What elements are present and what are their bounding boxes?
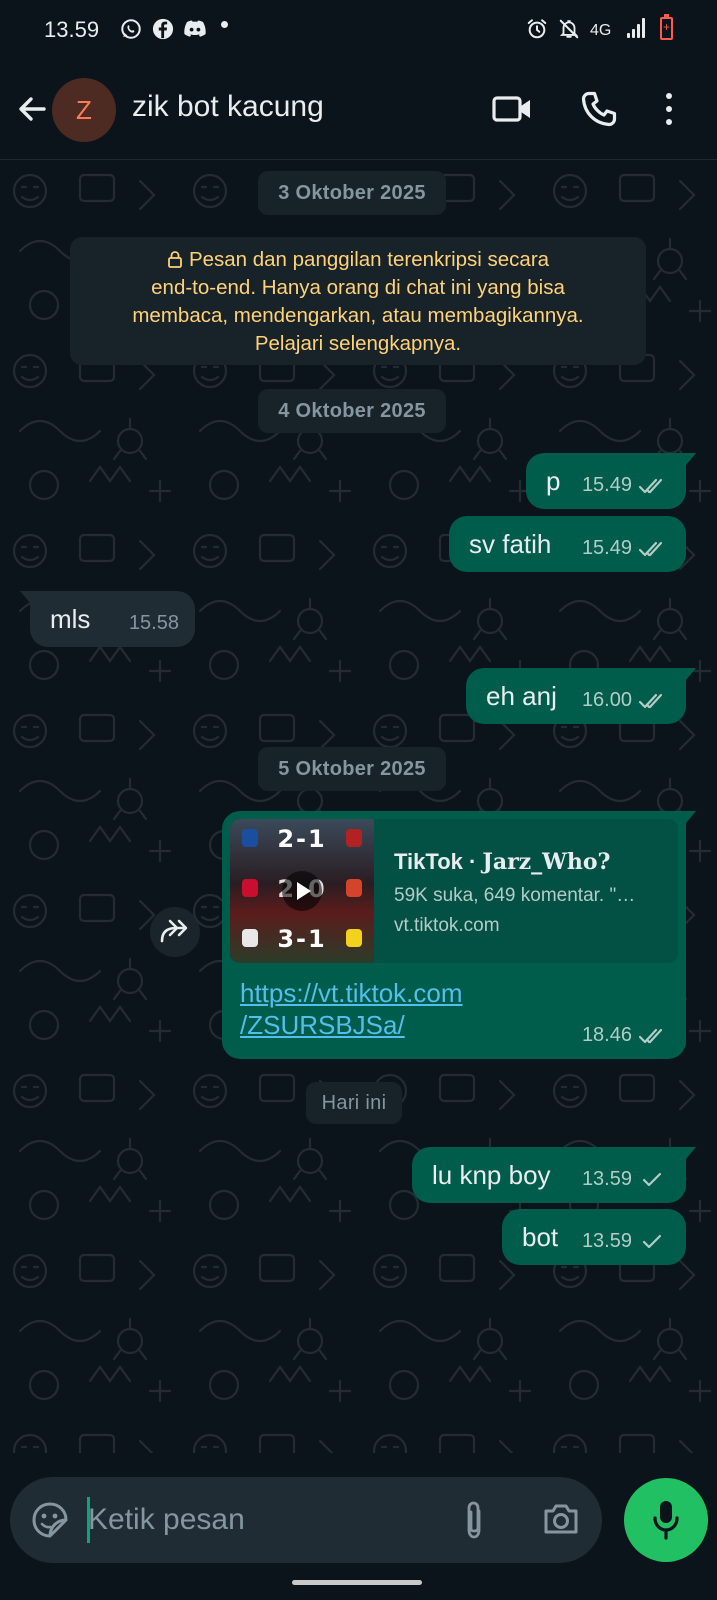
date-separator: 3 Oktober 2025 [258, 171, 446, 215]
message-link-line: https://vt.tiktok.com [240, 978, 463, 1008]
voice-message-button[interactable] [624, 1478, 708, 1562]
chat-area[interactable]: 3 Oktober 2025 Pesan dan panggilan teren… [0, 161, 717, 1453]
link-preview-description: 59K suka, 649 komentar. "… [394, 885, 636, 906]
system-navigation-bar [0, 1566, 717, 1600]
sticker-emoji-icon[interactable] [30, 1500, 70, 1540]
chat-header: Z zik bot kacung [0, 60, 717, 160]
microphone-icon [653, 1501, 679, 1540]
status-time: 13.59 [44, 17, 100, 42]
network-type: 4G [590, 22, 612, 39]
bubble-tail [20, 591, 36, 603]
message-time: 15.49 [581, 537, 632, 559]
encryption-notice-line: membaca, mendengarkan, atau membagikanny… [132, 304, 584, 327]
club-badge-icon [346, 879, 362, 897]
back-arrow-icon[interactable] [14, 91, 50, 127]
club-badge-icon [242, 829, 258, 847]
link-preview-title: TikTok · Jarz_Who? [394, 849, 610, 875]
encryption-notice-line: Pesan dan panggilan terenkripsi secara [188, 248, 550, 271]
voice-call-icon[interactable] [580, 90, 618, 128]
battery-low-icon [660, 14, 673, 40]
encryption-notice[interactable]: Pesan dan panggilan terenkripsi secara e… [70, 237, 646, 365]
attach-icon[interactable] [462, 1499, 486, 1541]
message-time: 15.58 [128, 612, 179, 634]
mute-bell-icon [559, 19, 579, 39]
message-bubble[interactable]: lu knp boy 13.59 [412, 1147, 696, 1203]
message-time: 18.46 [581, 1024, 632, 1046]
bubble-tail [680, 668, 696, 680]
message-time: 16.00 [581, 689, 632, 711]
club-badge-icon [242, 929, 258, 947]
club-badge-icon [242, 879, 258, 897]
date-separator: Hari ini [306, 1082, 402, 1124]
message-text: eh anj [486, 681, 557, 711]
bubble-tail [680, 453, 696, 465]
message-link[interactable]: https://vt.tiktok.com /ZSURSBJSa/ [240, 977, 463, 1041]
message-bubble[interactable]: sv fatih 15.49 [449, 516, 686, 572]
message-bubble[interactable]: mls 15.58 [20, 591, 195, 647]
message-text: bot [522, 1222, 559, 1252]
read-ticks-icon [638, 541, 663, 556]
link-preview-domain: vt.tiktok.com [394, 915, 500, 936]
bubble-tail [680, 811, 696, 823]
forward-icon [160, 919, 188, 943]
encryption-notice-learn-more[interactable]: Pelajari selengkapnya. [70, 330, 646, 358]
club-badge-icon [346, 929, 362, 947]
sent-tick-icon [642, 1172, 662, 1186]
read-ticks-icon [638, 1028, 663, 1043]
whatsapp-icon [121, 19, 141, 39]
dot-icon [221, 21, 228, 28]
sent-tick-icon [642, 1234, 662, 1248]
message-input[interactable] [88, 1495, 448, 1545]
club-badge-icon [346, 829, 362, 847]
encryption-notice-line: end-to-end. Hanya orang di chat ini yang… [151, 276, 565, 299]
date-separator: 5 Oktober 2025 [258, 747, 446, 791]
message-text: mls [50, 604, 91, 634]
avatar[interactable]: Z [52, 78, 116, 142]
message-composer [10, 1477, 602, 1563]
play-icon[interactable] [282, 871, 322, 911]
alarm-icon [527, 19, 547, 39]
discord-icon [184, 20, 206, 37]
message-text: lu knp boy [432, 1160, 551, 1190]
forward-button[interactable] [150, 907, 200, 957]
camera-icon[interactable] [542, 1501, 580, 1537]
message-bubble[interactable]: bot 13.59 [502, 1209, 686, 1265]
status-bar: 13.59 4G [0, 0, 717, 60]
message-link-line: /ZSURSBJSa/ [240, 1010, 405, 1040]
message-text: sv fatih [469, 529, 552, 559]
link-message-bubble[interactable]: 2-1 2-0 3-1 TikTok · Jarz_Who? 59K suka,… [222, 811, 696, 1059]
read-ticks-icon [638, 693, 663, 708]
message-text: p [546, 466, 561, 496]
avatar-initial: Z [76, 94, 92, 125]
lock-icon [168, 251, 182, 268]
video-call-icon[interactable] [492, 94, 532, 124]
message-time: 15.49 [581, 474, 632, 496]
link-preview-author: Jarz_Who? [482, 849, 611, 875]
message-bubble[interactable]: p 15.49 [526, 453, 696, 509]
more-vert-icon[interactable] [665, 93, 673, 125]
message-bubble[interactable]: eh anj 16.00 [466, 668, 696, 724]
message-time: 13.59 [581, 1168, 632, 1190]
date-separator: 4 Oktober 2025 [258, 389, 446, 433]
facebook-icon [152, 18, 174, 40]
read-ticks-icon [638, 478, 663, 493]
link-preview-card[interactable]: 2-1 2-0 3-1 TikTok · Jarz_Who? 59K suka,… [230, 819, 678, 963]
link-preview-thumbnail: 2-1 2-0 3-1 [230, 819, 374, 963]
gesture-handle[interactable] [292, 1580, 422, 1585]
link-preview-site: TikTok · [394, 849, 483, 874]
message-time: 13.59 [581, 1230, 632, 1252]
signal-icon [627, 18, 649, 38]
contact-name[interactable]: zik bot kacung [132, 90, 324, 124]
bubble-tail [680, 1147, 696, 1159]
